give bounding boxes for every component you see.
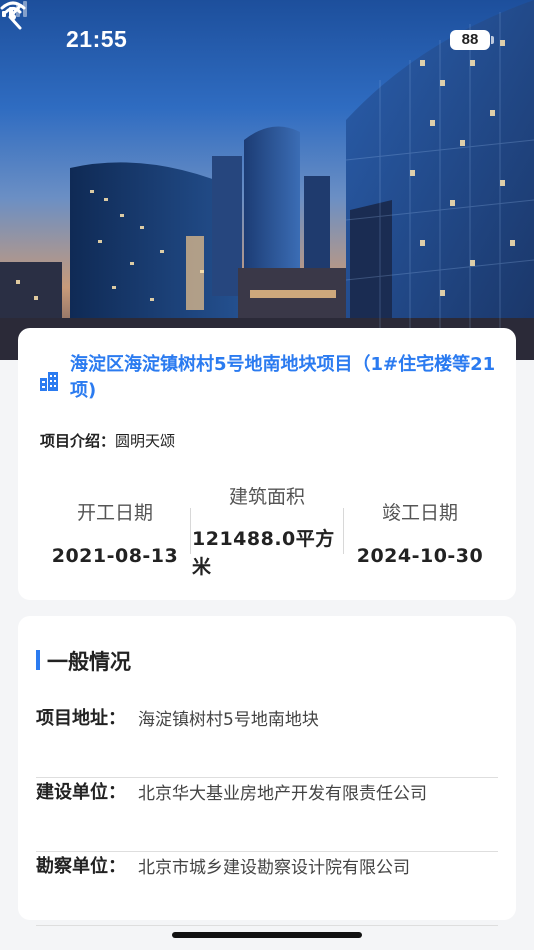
address-value: 海淀镇树村5号地南地块 [138, 710, 319, 730]
general-info-card: 一般情况 项目地址： 海淀镇树村5号地南地块 建设单位： 北京华大基业房地产开发… [18, 616, 516, 926]
survey-value: 北京市城乡建设勘察设计院有限公司 [138, 858, 410, 878]
start-date-stat: 开工日期 2021-08-13 [48, 498, 182, 567]
building-icon [40, 372, 58, 391]
status-bar: 21:55 88 [0, 0, 534, 80]
project-title: 海淀区海淀镇树村5号地南地块项目（1#住宅楼等21项) [70, 354, 496, 401]
section-title: 一般情况 [47, 650, 131, 674]
stat-divider [190, 508, 191, 554]
intro-value: 圆明天颂 [115, 432, 176, 450]
building-area-label: 建筑面积 [228, 486, 305, 508]
stat-divider [343, 508, 344, 554]
address-label: 项目地址： [36, 708, 126, 729]
building-area-value: 121488.0平方米 [192, 528, 335, 578]
home-indicator[interactable] [172, 932, 362, 938]
hero-image: 21:55 88 [0, 0, 534, 360]
status-time: 21:55 [66, 26, 128, 52]
info-row-survey: 勘察单位： 北京市城乡建设勘察设计院有限公司 [36, 852, 498, 926]
survey-label: 勘察单位： [36, 856, 126, 877]
completion-date-value: 2024-10-30 [356, 545, 484, 567]
developer-value: 北京华大基业房地产开发有限责任公司 [138, 784, 427, 804]
intro-label: 项目介绍： [40, 432, 116, 450]
project-summary-card: 海淀区海淀镇树村5号地南地块项目（1#住宅楼等21项) 项目介绍：圆明天颂 开工… [18, 328, 516, 600]
info-row-address: 项目地址： 海淀镇树村5号地南地块 [36, 704, 498, 778]
info-row-developer: 建设单位： 北京华大基业房地产开发有限责任公司 [36, 778, 498, 852]
section-accent-bar [36, 650, 40, 670]
building-area-stat: 建筑面积 121488.0平方米 [192, 482, 342, 581]
completion-date-label: 竣工日期 [381, 502, 458, 524]
back-arrow-icon[interactable] [0, 0, 34, 34]
start-date-value: 2021-08-13 [51, 545, 179, 567]
project-intro: 项目介绍：圆明天颂 [40, 430, 175, 451]
battery-indicator: 88 [450, 30, 494, 50]
completion-date-stat: 竣工日期 2024-10-30 [348, 498, 492, 567]
start-date-label: 开工日期 [76, 502, 153, 524]
developer-label: 建设单位： [36, 782, 126, 803]
